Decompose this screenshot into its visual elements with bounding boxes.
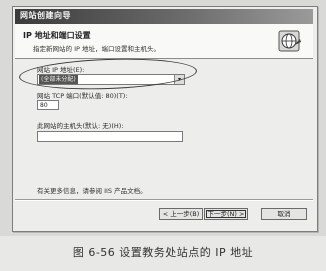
- title-bar: 网站创建向导: [15, 9, 313, 24]
- network-globe-icon: [278, 30, 301, 52]
- tcp-port-input[interactable]: 80: [37, 100, 59, 110]
- wizard-header: IP 地址和端口设置 指定新网站的 IP 地址，端口设置和主机头。: [15, 24, 313, 59]
- next-button[interactable]: 下一步(N) >: [204, 208, 248, 220]
- header-subtitle: 指定新网站的 IP 地址，端口设置和主机头。: [33, 45, 160, 53]
- host-header-input[interactable]: [37, 131, 183, 142]
- highlight-ellipse: [18, 55, 198, 93]
- cancel-button[interactable]: 取消: [261, 208, 307, 220]
- back-button[interactable]: < 上一步(B): [159, 208, 203, 220]
- button-divider: [15, 199, 313, 201]
- figure-caption: 图 6-56 设置教务处站点的 IP 地址: [72, 246, 254, 259]
- info-note: 有关更多信息，请参阅 IIS 产品文档。: [37, 187, 147, 195]
- header-title: IP 地址和端口设置: [23, 31, 91, 40]
- window-title: 网站创建向导: [20, 11, 71, 20]
- screenshot-area: 网站创建向导 IP 地址和端口设置 指定新网站的 IP 地址，端口设置和主机头。…: [0, 0, 326, 236]
- website-creation-wizard-dialog: 网站创建向导 IP 地址和端口设置 指定新网站的 IP 地址，端口设置和主机头。…: [12, 6, 318, 232]
- tcp-port-label: 网站 TCP 端口(默认值: 80)(T):: [37, 92, 128, 100]
- host-header-label: 此网站的主机头(默认: 无)(H):: [37, 122, 124, 130]
